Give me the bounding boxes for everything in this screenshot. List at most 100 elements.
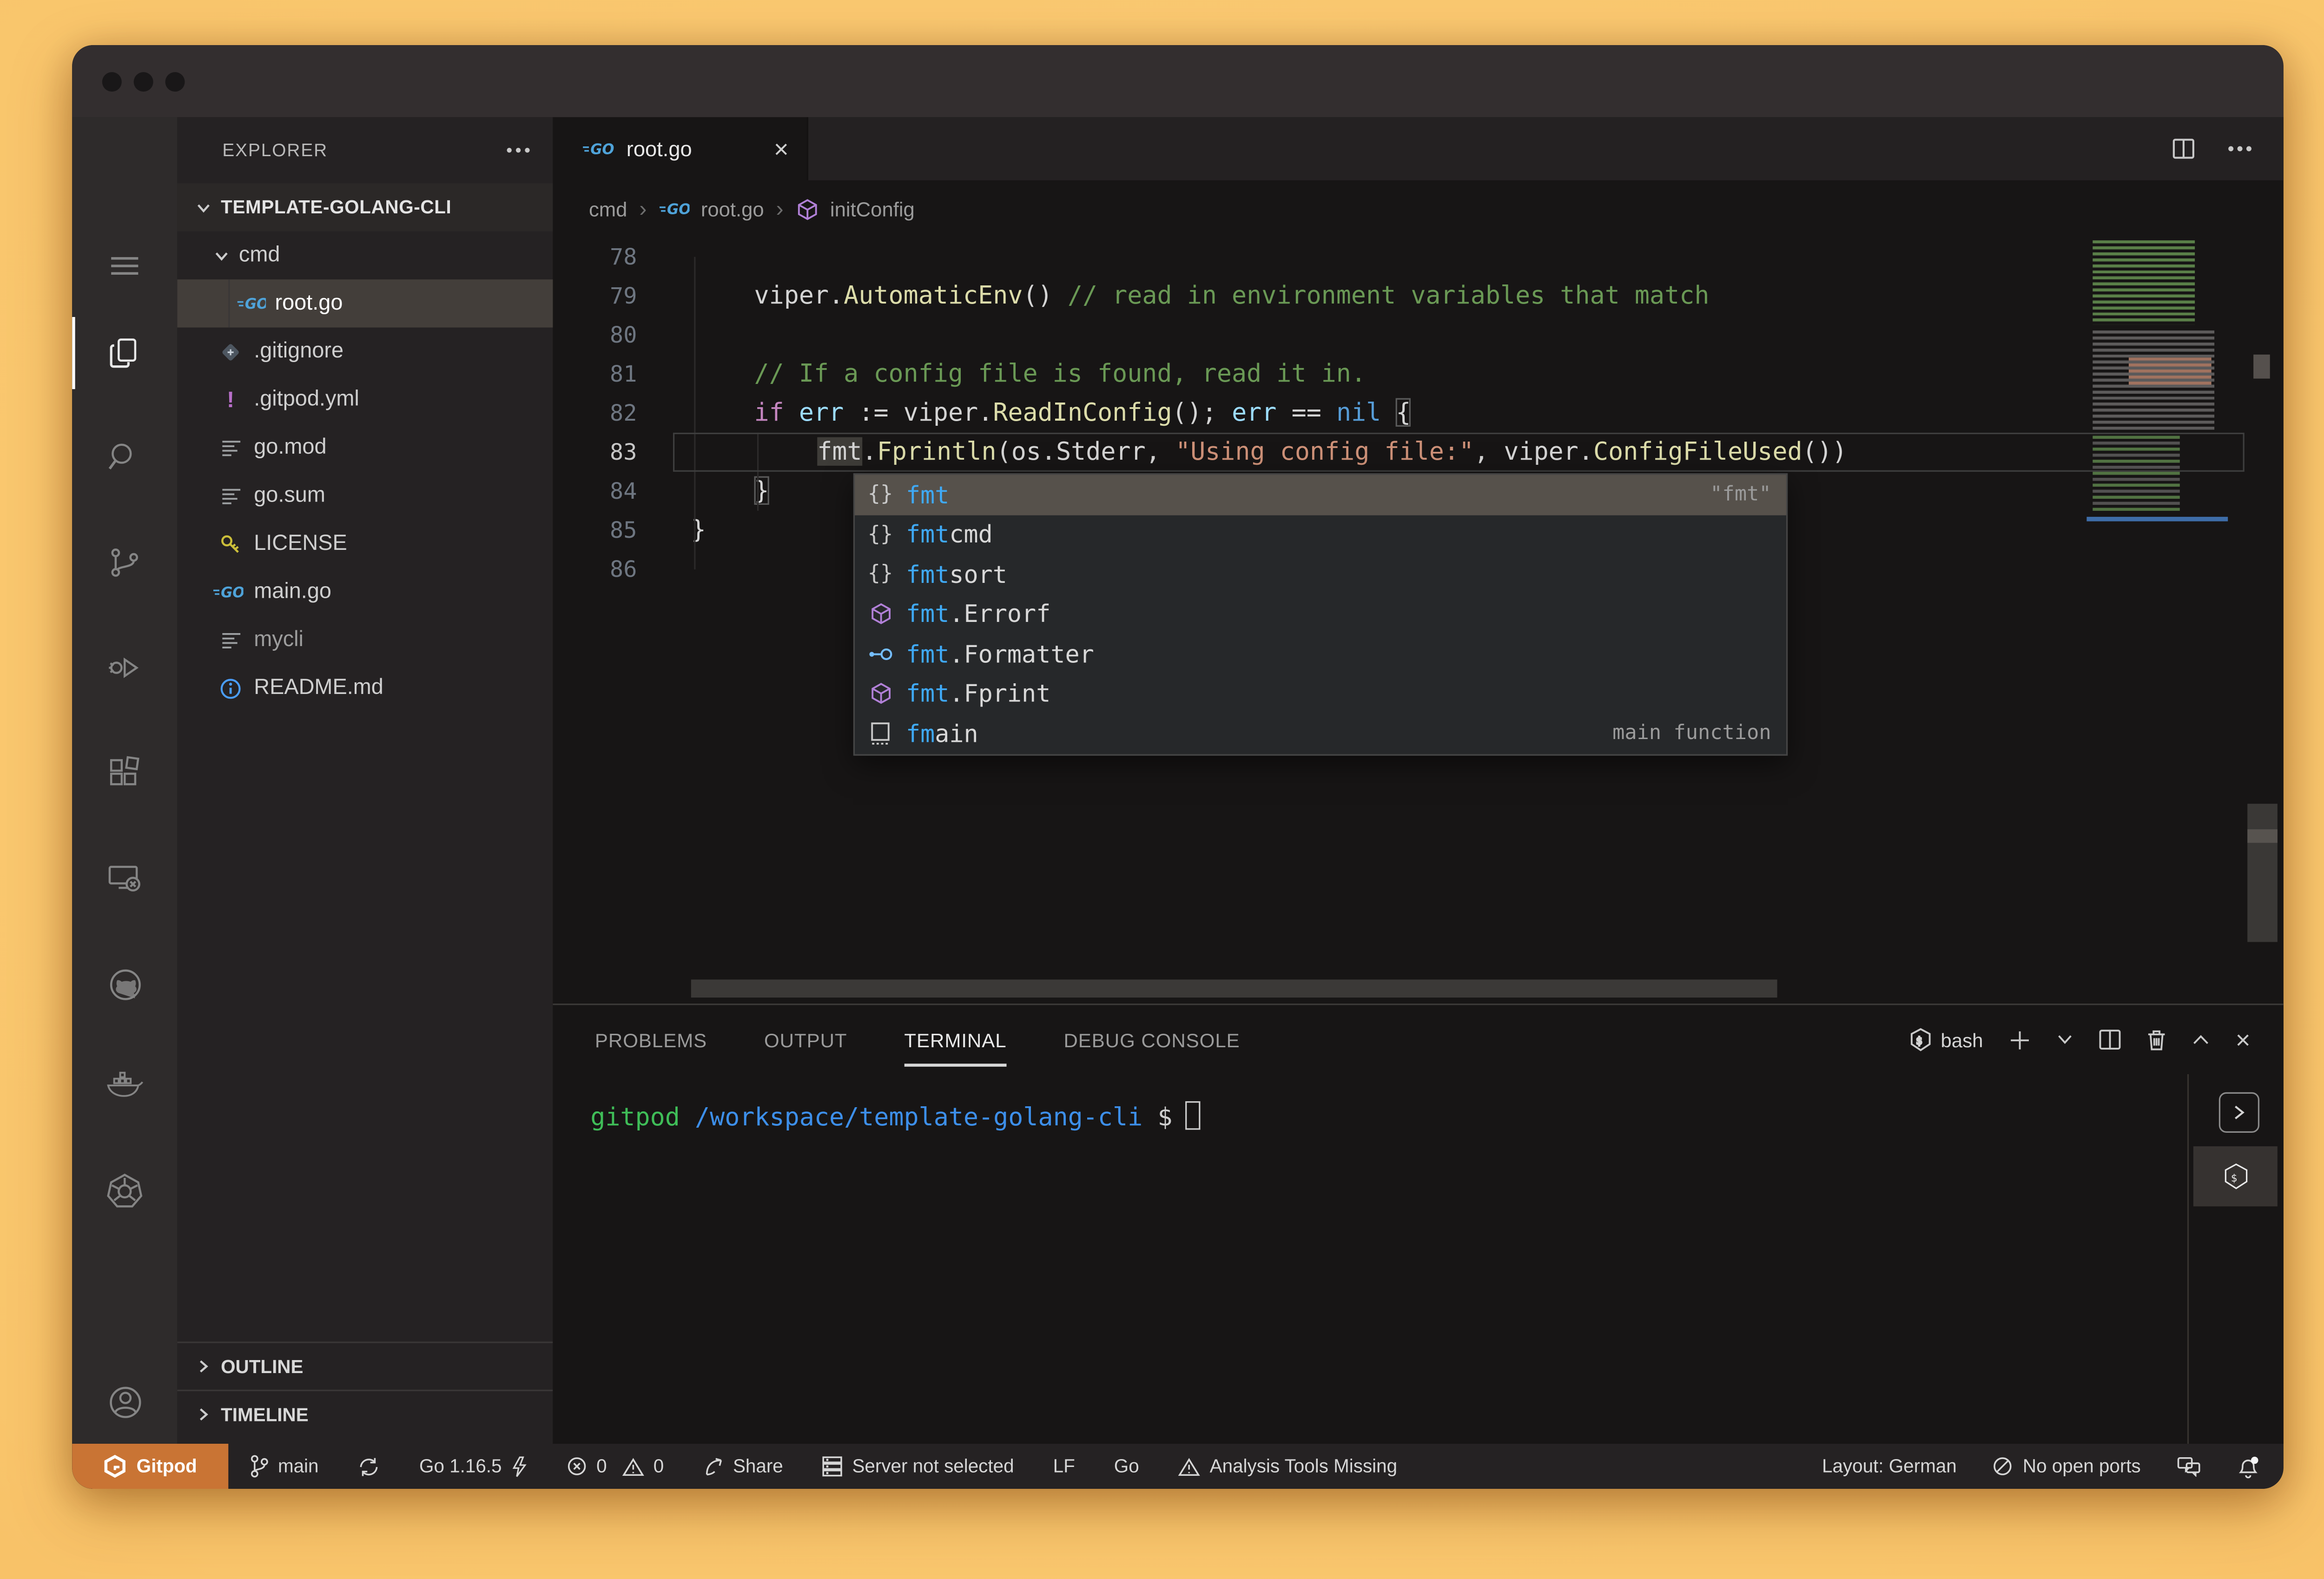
chevron-down-icon [197, 204, 210, 212]
ports-status-item[interactable]: No open ports [1993, 1456, 2141, 1477]
terminal-tabs-strip: $ [2187, 1074, 2284, 1444]
symbol-function-icon [855, 682, 906, 705]
suggest-item-fmt-errorf[interactable]: fmt.Errorf [855, 594, 1786, 634]
minimize-window-button[interactable] [133, 71, 153, 91]
tree-item-gitignore[interactable]: .gitignore [177, 328, 553, 376]
expand-terminal-tabs-icon[interactable] [2218, 1092, 2260, 1133]
tab-debug-console[interactable]: DEBUG CONSOLE [1063, 1028, 1240, 1050]
analysis-tools-status-item[interactable]: Analysis Tools Missing [1178, 1456, 1397, 1477]
project-root-row[interactable]: TEMPLATE-GOLANG-CLI [177, 183, 553, 231]
notifications-status-item[interactable] [2237, 1455, 2259, 1478]
close-tab-icon[interactable]: × [774, 136, 789, 162]
explorer-title: EXPLORER [222, 139, 328, 161]
split-terminal-icon[interactable] [2099, 1029, 2121, 1050]
suggest-item-fmtsort[interactable]: {} fmtsort [855, 555, 1786, 595]
close-panel-icon[interactable]: × [2236, 1027, 2251, 1052]
editor-more-actions-icon[interactable] [2226, 144, 2253, 153]
symbol-module-icon: {} [867, 482, 893, 507]
outline-section[interactable]: OUTLINE [177, 1341, 553, 1389]
autocomplete-popup: {} fmt "fmt" {} fmtcmd {} fmtsort fmt.Er… [853, 473, 1788, 755]
tab-problems[interactable]: PROBLEMS [595, 1028, 707, 1050]
search-icon[interactable] [89, 422, 161, 494]
suggest-item-fmain[interactable]: fmain main function [855, 714, 1786, 753]
account-icon[interactable] [89, 1366, 161, 1438]
timeline-section[interactable]: TIMELINE [177, 1389, 553, 1438]
breadcrumb-symbol[interactable]: initConfig [830, 198, 915, 220]
breadcrumb-file[interactable]: root.go [701, 198, 764, 220]
share-status-item[interactable]: Share [703, 1456, 783, 1477]
lightning-bolt-icon [512, 1455, 527, 1476]
docker-icon[interactable] [89, 1050, 161, 1122]
tab-root-go[interactable]: GO root.go × [553, 117, 808, 180]
maximize-window-button[interactable] [165, 71, 185, 91]
kubernetes-icon[interactable] [89, 1155, 161, 1227]
chevron-down-icon[interactable] [2057, 1034, 2073, 1046]
explorer-more-actions-icon[interactable] [505, 146, 532, 155]
suggest-item-fmtcmd[interactable]: {} fmtcmd [855, 515, 1786, 555]
tree-item-license[interactable]: LICENSE [177, 520, 553, 568]
tree-item-readme[interactable]: README.md [177, 664, 553, 712]
suggest-item-fmt-fprint[interactable]: fmt.Fprint [855, 674, 1786, 714]
server-icon [823, 1456, 843, 1477]
tree-item-go-mod[interactable]: go.mod [177, 423, 553, 471]
layout-status-item[interactable]: Layout: German [1822, 1456, 1957, 1477]
svg-text:$: $ [2230, 1172, 2237, 1184]
extensions-icon[interactable] [89, 738, 161, 810]
github-icon[interactable] [89, 948, 161, 1020]
info-file-icon [216, 677, 244, 699]
code-editor[interactable]: 78 79 viper.AutomaticEnv() // read in env… [553, 238, 2283, 1004]
warning-triangle-icon [1178, 1457, 1201, 1475]
kill-terminal-trash-icon[interactable] [2147, 1028, 2166, 1050]
language-status-item[interactable]: Go [1114, 1456, 1139, 1477]
minimap[interactable] [2086, 238, 2228, 532]
tree-item-main-go[interactable]: GO main.go [177, 568, 553, 616]
run-debug-icon[interactable] [89, 633, 161, 705]
vertical-scrollbar-thumb[interactable] [2247, 804, 2278, 942]
menu-icon[interactable] [89, 230, 161, 302]
breadcrumb-cmd[interactable]: cmd [589, 198, 627, 220]
go-file-icon: GO [210, 583, 244, 601]
go-file-icon: GO [237, 294, 266, 312]
no-ports-blocked-icon [1994, 1457, 2013, 1475]
split-editor-icon[interactable] [2172, 138, 2197, 159]
tree-item-go-sum[interactable]: go.sum [177, 472, 553, 520]
titlebar [72, 45, 2284, 118]
explorer-icon[interactable] [89, 317, 161, 389]
new-terminal-icon[interactable] [2009, 1028, 2031, 1050]
breadcrumb: cmd › GO root.go › initConfig [588, 196, 915, 222]
remote-explorer-icon[interactable] [89, 843, 161, 915]
go-version-status-item[interactable]: Go 1.16.5 [419, 1455, 527, 1477]
eol-status-item[interactable]: LF [1053, 1456, 1075, 1477]
symbol-function-icon [855, 603, 906, 625]
tree-item-root-go[interactable]: GO root.go [177, 279, 553, 328]
server-status-item[interactable]: Server not selected [822, 1456, 1014, 1477]
sync-icon [360, 1457, 378, 1475]
horizontal-scrollbar-thumb[interactable] [691, 979, 1777, 998]
suggest-item-fmt-formatter[interactable]: fmt.Formatter [855, 634, 1786, 674]
vscode-window: EXPLORER TEMPLATE-GOLANG-CLI cmd GO [72, 45, 2284, 1489]
shell-selector[interactable]: $ bash [1909, 1028, 1983, 1052]
go-file-icon: GO [583, 141, 614, 158]
close-window-button[interactable] [102, 71, 122, 91]
feedback-bubble-icon [2177, 1457, 2200, 1477]
problems-status-item[interactable]: 0 0 [567, 1456, 664, 1477]
branch-status-item[interactable]: main [250, 1454, 319, 1479]
maximize-panel-icon[interactable] [2192, 1034, 2210, 1046]
feedback-status-item[interactable] [2177, 1456, 2201, 1477]
suggest-item-fmt[interactable]: {} fmt "fmt" [855, 475, 1786, 515]
terminal[interactable]: gitpod /workspace/template-golang-cli $ [553, 1074, 2283, 1137]
code-line: 78 [610, 243, 637, 271]
text-file-icon [216, 439, 244, 457]
tree-item-gitpod-yml[interactable]: ! .gitpod.yml [177, 376, 553, 423]
tree-item-cmd[interactable]: cmd [177, 231, 553, 279]
source-control-icon[interactable] [89, 527, 161, 599]
text-file-icon [216, 631, 244, 649]
tab-output[interactable]: OUTPUT [764, 1028, 847, 1050]
sync-status-item[interactable] [358, 1455, 380, 1477]
editor-tab-bar: GO root.go × [553, 117, 2284, 180]
symbol-interface-icon [855, 646, 906, 662]
gitpod-status-item[interactable]: Gitpod [72, 1444, 229, 1489]
terminal-tab-bash[interactable]: $ [2193, 1146, 2278, 1207]
tab-terminal[interactable]: TERMINAL [904, 1028, 1007, 1066]
tree-item-mycli[interactable]: mycli [177, 616, 553, 664]
